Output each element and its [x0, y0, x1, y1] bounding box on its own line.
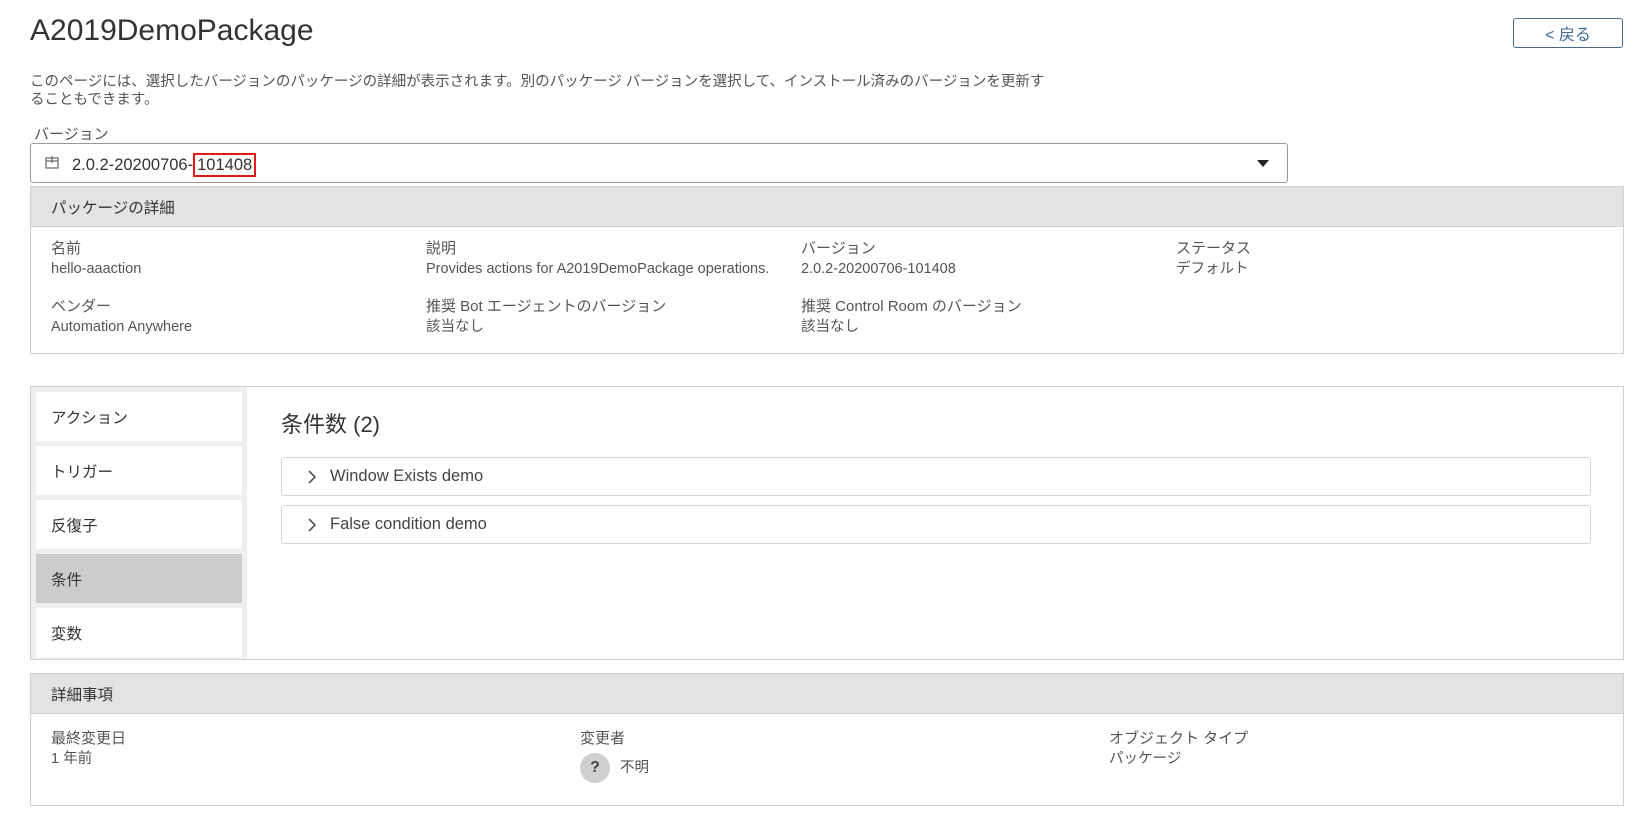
field-label: バージョン: [801, 240, 876, 257]
package-details-panel: パッケージの詳細 名前 hello-aaaction 説明 Provides a…: [30, 186, 1624, 354]
back-button[interactable]: < 戻る: [1513, 18, 1623, 48]
avatar: ?: [580, 753, 610, 783]
field-name: 名前 hello-aaaction: [51, 239, 141, 279]
field-label: 名前: [51, 240, 82, 257]
field-modified-by: 変更者 ? 不明: [580, 729, 649, 783]
field-description: 説明 Provides actions for A2019DemoPackage…: [426, 239, 769, 279]
modified-by-name: 不明: [620, 760, 649, 776]
side-nav: アクション トリガー 反復子 条件 変数: [36, 392, 242, 662]
field-label: 最終変更日: [51, 730, 127, 747]
version-value-prefix: 2.0.2-20200706-: [72, 155, 194, 174]
field-label: ステータス: [1176, 240, 1252, 257]
version-label: バージョン: [34, 126, 109, 143]
package-content-panel: アクション トリガー 反復子 条件 変数 条件数 (2) Window Exis…: [30, 386, 1624, 660]
field-value: 1 年前: [51, 751, 93, 767]
field-bot-agent-version: 推奨 Bot エージェントのバージョン 該当なし: [426, 297, 666, 337]
version-value: 2.0.2-20200706- 101408: [72, 153, 257, 177]
field-label: 説明: [426, 240, 457, 257]
field-vendor: ベンダー Automation Anywhere: [51, 297, 192, 337]
field-label: ベンダー: [51, 298, 112, 315]
field-value: パッケージ: [1109, 751, 1182, 767]
page-description: このページには、選択したバージョンのパッケージの詳細が表示されます。別のパッケー…: [30, 74, 1045, 108]
field-value: 該当なし: [801, 319, 859, 335]
field-value: デフォルト: [1176, 261, 1249, 277]
chevron-down-icon[interactable]: [1257, 160, 1269, 167]
details-panel: 詳細事項 最終変更日 1 年前 変更者 ? 不明 オブジェクト タイプ パッケー…: [30, 673, 1624, 806]
field-version: バージョン 2.0.2-20200706-101408: [801, 239, 956, 279]
field-value: Automation Anywhere: [51, 319, 193, 335]
package-details-header: パッケージの詳細: [31, 187, 1623, 227]
package-icon: [45, 156, 59, 169]
details-header: 詳細事項: [31, 674, 1623, 714]
condition-label: Window Exists demo: [330, 467, 484, 485]
field-label: オブジェクト タイプ: [1109, 730, 1249, 747]
tab-triggers[interactable]: トリガー: [36, 446, 242, 495]
version-dropdown[interactable]: 2.0.2-20200706- 101408: [30, 143, 1288, 183]
field-label: 推奨 Bot エージェントのバージョン: [426, 298, 667, 315]
version-highlight: 101408: [193, 153, 257, 177]
condition-item[interactable]: False condition demo: [281, 505, 1591, 544]
tab-iterators[interactable]: 反復子: [36, 500, 242, 549]
field-value: 2.0.2-20200706-101408: [801, 261, 956, 277]
field-label: 推奨 Control Room のバージョン: [801, 298, 1022, 315]
condition-label: False condition demo: [330, 515, 487, 533]
field-object-type: オブジェクト タイプ パッケージ: [1109, 729, 1248, 769]
conditions-count-title: 条件数 (2): [281, 412, 381, 437]
field-value: hello-aaaction: [51, 261, 142, 277]
field-control-room-version: 推奨 Control Room のバージョン 該当なし: [801, 297, 1022, 337]
tab-actions[interactable]: アクション: [36, 392, 242, 441]
tab-conditions[interactable]: 条件: [36, 554, 242, 603]
field-value: Provides actions for A2019DemoPackage op…: [426, 261, 770, 277]
chevron-right-icon: [300, 469, 324, 485]
chevron-right-icon: [300, 517, 324, 533]
field-value: 該当なし: [426, 319, 484, 335]
field-last-modified: 最終変更日 1 年前: [51, 729, 126, 769]
field-label: 変更者: [580, 730, 626, 747]
field-status: ステータス デフォルト: [1176, 239, 1251, 279]
tab-variables[interactable]: 変数: [36, 608, 242, 657]
condition-item[interactable]: Window Exists demo: [281, 457, 1591, 496]
page-title: A2019DemoPackage: [30, 14, 314, 47]
modified-by-user: ? 不明: [580, 753, 649, 783]
